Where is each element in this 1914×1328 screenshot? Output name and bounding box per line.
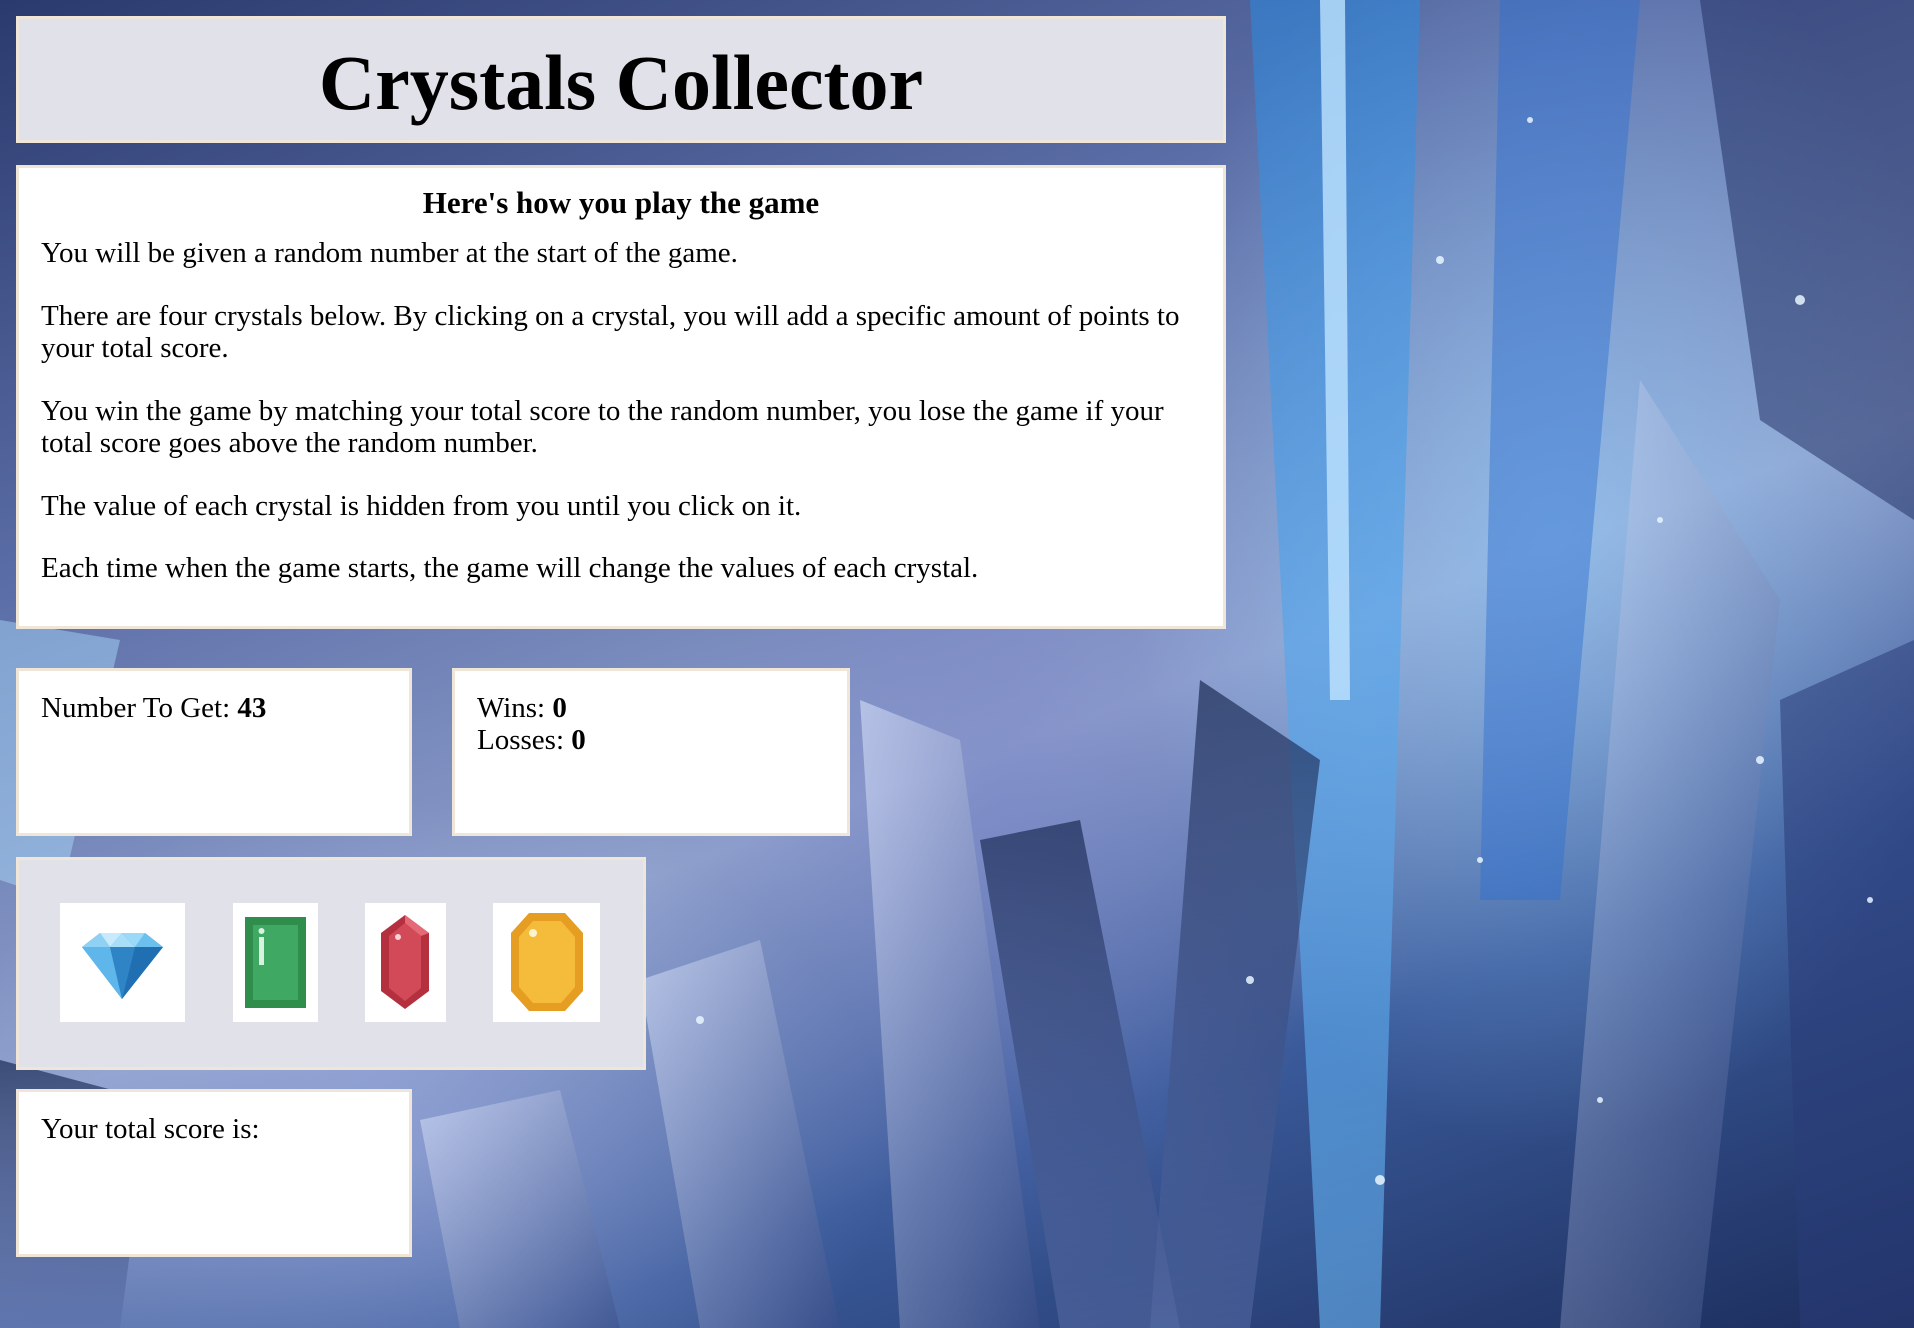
crystal-button-red[interactable] xyxy=(365,903,446,1022)
page-title: Crystals Collector xyxy=(318,39,924,126)
instructions-heading: Here's how you play the game xyxy=(422,185,820,220)
yellow-topaz-icon xyxy=(511,913,583,1011)
instruction-paragraph: There are four crystals below. By clicki… xyxy=(41,299,1180,364)
total-score-panel: Your total score is: xyxy=(16,1089,412,1257)
losses-label: Losses: xyxy=(477,723,572,756)
target-number-label: Number To Get: xyxy=(41,692,238,724)
title-banner: Crystals Collector xyxy=(16,16,1226,143)
instruction-paragraph: The value of each crystal is hidden from… xyxy=(41,489,802,522)
total-score-label: Your total score is: xyxy=(41,1113,260,1145)
instruction-paragraph: You will be given a random number at the… xyxy=(41,237,738,270)
red-ruby-icon xyxy=(381,915,429,1009)
wins-label: Wins: xyxy=(477,692,553,724)
crystal-button-yellow[interactable] xyxy=(493,903,600,1022)
green-emerald-icon xyxy=(245,917,306,1008)
target-number-value: 43 xyxy=(237,692,267,724)
instruction-paragraph: Each time when the game starts, the game… xyxy=(41,552,979,585)
blue-diamond-icon xyxy=(82,933,163,999)
crystal-button-blue[interactable] xyxy=(60,903,185,1022)
instruction-paragraph: You win the game by matching your total … xyxy=(41,394,1164,459)
crystals-panel xyxy=(16,857,646,1070)
crystal-button-green[interactable] xyxy=(233,903,318,1022)
wins-value: 0 xyxy=(552,692,567,724)
win-loss-panel: Wins: 0 Losses: 0 xyxy=(452,668,850,836)
instructions-panel: Here's how you play the game You will be… xyxy=(16,165,1226,629)
losses-value: 0 xyxy=(571,723,586,756)
target-number-panel: Number To Get: 43 xyxy=(16,668,412,836)
